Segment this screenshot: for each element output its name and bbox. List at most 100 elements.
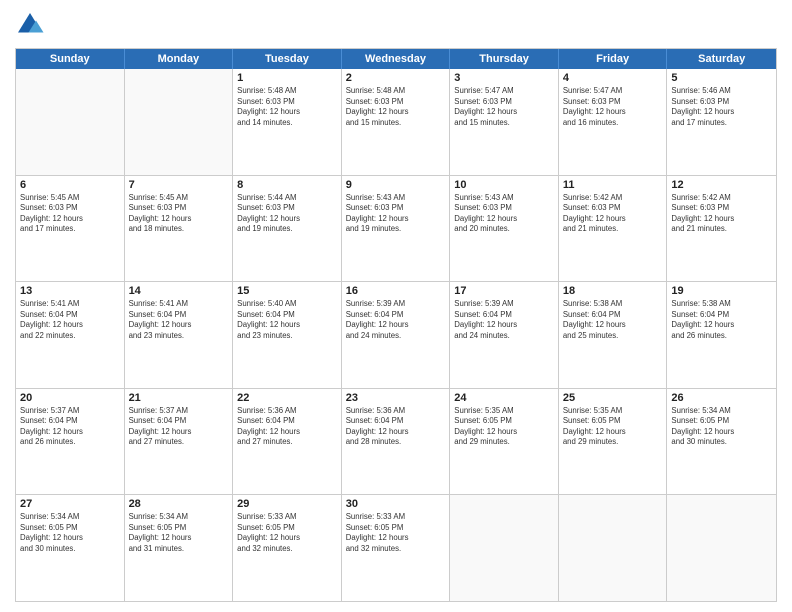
day-info: Sunrise: 5:47 AM Sunset: 6:03 PM Dayligh… — [454, 86, 554, 128]
day-number: 3 — [454, 72, 554, 84]
day-info: Sunrise: 5:48 AM Sunset: 6:03 PM Dayligh… — [237, 86, 337, 128]
calendar-cell-4: 4 Sunrise: 5:47 AM Sunset: 6:03 PM Daylig… — [559, 69, 668, 175]
day-info: Sunrise: 5:35 AM Sunset: 6:05 PM Dayligh… — [454, 406, 554, 448]
calendar-row-5: 27 Sunrise: 5:34 AM Sunset: 6:05 PM Dayli… — [16, 495, 776, 601]
day-info: Sunrise: 5:34 AM Sunset: 6:05 PM Dayligh… — [129, 512, 229, 554]
day-info: Sunrise: 5:34 AM Sunset: 6:05 PM Dayligh… — [671, 406, 772, 448]
day-number: 23 — [346, 392, 446, 404]
calendar-cell-11: 11 Sunrise: 5:42 AM Sunset: 6:03 PM Dayli… — [559, 176, 668, 282]
weekday-header-monday: Monday — [125, 49, 234, 69]
day-number: 24 — [454, 392, 554, 404]
day-number: 4 — [563, 72, 663, 84]
calendar-cell-14: 14Sunrise: 5:41 AM Sunset: 6:04 PM Dayli… — [125, 282, 234, 388]
day-number: 22 — [237, 392, 337, 404]
day-info: Sunrise: 5:40 AM Sunset: 6:04 PM Dayligh… — [237, 299, 337, 341]
calendar-cell-9: 9 Sunrise: 5:43 AM Sunset: 6:03 PM Daylig… — [342, 176, 451, 282]
day-info: Sunrise: 5:44 AM Sunset: 6:03 PM Dayligh… — [237, 193, 337, 235]
day-info: Sunrise: 5:46 AM Sunset: 6:03 PM Dayligh… — [671, 86, 772, 128]
day-info: Sunrise: 5:43 AM Sunset: 6:03 PM Dayligh… — [454, 193, 554, 235]
calendar-cell-empty — [559, 495, 668, 601]
calendar-cell-8: 8Sunrise: 5:44 AM Sunset: 6:03 PM Daylig… — [233, 176, 342, 282]
day-info: Sunrise: 5:35 AM Sunset: 6:05 PM Dayligh… — [563, 406, 663, 448]
day-number: 19 — [671, 285, 772, 297]
calendar-cell-empty — [16, 69, 125, 175]
day-number: 5 — [671, 72, 772, 84]
day-number: 13 — [20, 285, 120, 297]
day-number: 10 — [454, 179, 554, 191]
day-number: 27 — [20, 498, 120, 510]
day-info: Sunrise: 5:38 AM Sunset: 6:04 PM Dayligh… — [671, 299, 772, 341]
calendar-cell-empty — [667, 495, 776, 601]
calendar-cell-3: 3 Sunrise: 5:47 AM Sunset: 6:03 PM Daylig… — [450, 69, 559, 175]
calendar-cell-22: 22 Sunrise: 5:36 AM Sunset: 6:04 PM Dayli… — [233, 389, 342, 495]
weekday-header-friday: Friday — [559, 49, 668, 69]
day-number: 9 — [346, 179, 446, 191]
day-info: Sunrise: 5:39 AM Sunset: 6:04 PM Dayligh… — [454, 299, 554, 341]
calendar-cell-25: 25 Sunrise: 5:35 AM Sunset: 6:05 PM Dayli… — [559, 389, 668, 495]
day-number: 2 — [346, 72, 446, 84]
day-info: Sunrise: 5:34 AM Sunset: 6:05 PM Dayligh… — [20, 512, 120, 554]
day-number: 29 — [237, 498, 337, 510]
calendar-cell-29: 29 Sunrise: 5:33 AM Sunset: 6:05 PM Dayli… — [233, 495, 342, 601]
calendar-cell-13: 13 Sunrise: 5:41 AM Sunset: 6:04 PM Dayli… — [16, 282, 125, 388]
day-info: Sunrise: 5:39 AM Sunset: 6:04 PM Dayligh… — [346, 299, 446, 341]
day-info: Sunrise: 5:48 AM Sunset: 6:03 PM Dayligh… — [346, 86, 446, 128]
calendar-row-2: 6Sunrise: 5:45 AM Sunset: 6:03 PM Daylig… — [16, 176, 776, 283]
calendar-cell-18: 18Sunrise: 5:38 AM Sunset: 6:04 PM Dayli… — [559, 282, 668, 388]
day-info: Sunrise: 5:42 AM Sunset: 6:03 PM Dayligh… — [671, 193, 772, 235]
day-number: 15 — [237, 285, 337, 297]
calendar-cell-12: 12Sunrise: 5:42 AM Sunset: 6:03 PM Dayli… — [667, 176, 776, 282]
day-number: 26 — [671, 392, 772, 404]
day-info: Sunrise: 5:43 AM Sunset: 6:03 PM Dayligh… — [346, 193, 446, 235]
calendar-cell-23: 23 Sunrise: 5:36 AM Sunset: 6:04 PM Dayli… — [342, 389, 451, 495]
day-info: Sunrise: 5:42 AM Sunset: 6:03 PM Dayligh… — [563, 193, 663, 235]
day-number: 16 — [346, 285, 446, 297]
calendar-cell-21: 21 Sunrise: 5:37 AM Sunset: 6:04 PM Dayli… — [125, 389, 234, 495]
day-number: 21 — [129, 392, 229, 404]
calendar-cell-17: 17 Sunrise: 5:39 AM Sunset: 6:04 PM Dayli… — [450, 282, 559, 388]
calendar-cell-15: 15 Sunrise: 5:40 AM Sunset: 6:04 PM Dayli… — [233, 282, 342, 388]
weekday-header-thursday: Thursday — [450, 49, 559, 69]
day-info: Sunrise: 5:47 AM Sunset: 6:03 PM Dayligh… — [563, 86, 663, 128]
calendar-cell-20: 20 Sunrise: 5:37 AM Sunset: 6:04 PM Dayli… — [16, 389, 125, 495]
calendar-cell-empty — [450, 495, 559, 601]
day-number: 11 — [563, 179, 663, 191]
day-info: Sunrise: 5:45 AM Sunset: 6:03 PM Dayligh… — [20, 193, 120, 235]
day-number: 28 — [129, 498, 229, 510]
calendar-cell-5: 5 Sunrise: 5:46 AM Sunset: 6:03 PM Daylig… — [667, 69, 776, 175]
calendar-cell-16: 16 Sunrise: 5:39 AM Sunset: 6:04 PM Dayli… — [342, 282, 451, 388]
day-info: Sunrise: 5:45 AM Sunset: 6:03 PM Dayligh… — [129, 193, 229, 235]
day-info: Sunrise: 5:33 AM Sunset: 6:05 PM Dayligh… — [346, 512, 446, 554]
day-info: Sunrise: 5:36 AM Sunset: 6:04 PM Dayligh… — [346, 406, 446, 448]
calendar-cell-7: 7 Sunrise: 5:45 AM Sunset: 6:03 PM Daylig… — [125, 176, 234, 282]
day-info: Sunrise: 5:36 AM Sunset: 6:04 PM Dayligh… — [237, 406, 337, 448]
calendar-cell-30: 30 Sunrise: 5:33 AM Sunset: 6:05 PM Dayli… — [342, 495, 451, 601]
calendar-cell-2: 2 Sunrise: 5:48 AM Sunset: 6:03 PM Daylig… — [342, 69, 451, 175]
day-number: 30 — [346, 498, 446, 510]
logo-icon — [15, 10, 45, 40]
calendar-cell-empty — [125, 69, 234, 175]
calendar-cell-26: 26 Sunrise: 5:34 AM Sunset: 6:05 PM Dayli… — [667, 389, 776, 495]
day-info: Sunrise: 5:37 AM Sunset: 6:04 PM Dayligh… — [129, 406, 229, 448]
day-number: 14 — [129, 285, 229, 297]
weekday-header-tuesday: Tuesday — [233, 49, 342, 69]
calendar-cell-19: 19 Sunrise: 5:38 AM Sunset: 6:04 PM Dayli… — [667, 282, 776, 388]
day-number: 7 — [129, 179, 229, 191]
day-number: 1 — [237, 72, 337, 84]
day-number: 17 — [454, 285, 554, 297]
calendar-cell-1: 1 Sunrise: 5:48 AM Sunset: 6:03 PM Daylig… — [233, 69, 342, 175]
day-info: Sunrise: 5:33 AM Sunset: 6:05 PM Dayligh… — [237, 512, 337, 554]
day-number: 20 — [20, 392, 120, 404]
calendar-row-3: 13 Sunrise: 5:41 AM Sunset: 6:04 PM Dayli… — [16, 282, 776, 389]
day-info: Sunrise: 5:37 AM Sunset: 6:04 PM Dayligh… — [20, 406, 120, 448]
day-number: 18 — [563, 285, 663, 297]
calendar-cell-24: 24 Sunrise: 5:35 AM Sunset: 6:05 PM Dayli… — [450, 389, 559, 495]
calendar-cell-10: 10 Sunrise: 5:43 AM Sunset: 6:03 PM Dayli… — [450, 176, 559, 282]
logo — [15, 10, 47, 40]
weekday-header-saturday: Saturday — [667, 49, 776, 69]
day-number: 25 — [563, 392, 663, 404]
weekday-header-sunday: Sunday — [16, 49, 125, 69]
calendar: SundayMondayTuesdayWednesdayThursdayFrid… — [15, 48, 777, 602]
day-info: Sunrise: 5:41 AM Sunset: 6:04 PM Dayligh… — [20, 299, 120, 341]
header — [15, 10, 777, 40]
